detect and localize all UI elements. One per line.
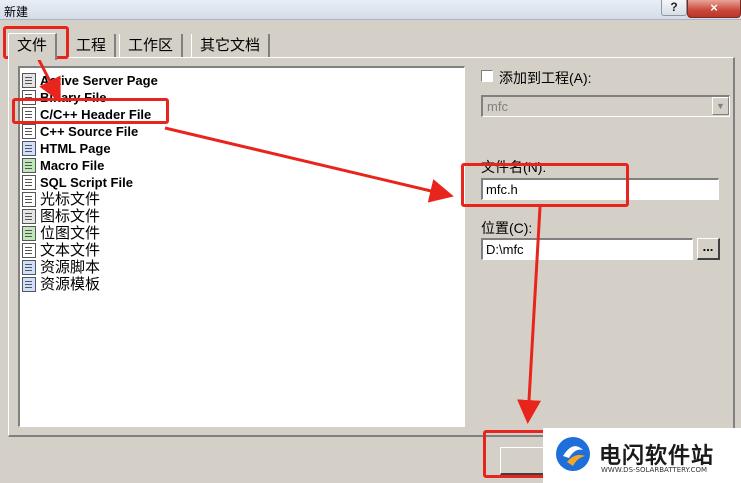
source-file-icon xyxy=(22,124,36,139)
resource-template-icon xyxy=(22,277,36,292)
list-item-label: 位图文件 xyxy=(40,225,101,242)
list-item[interactable]: 光标文件 xyxy=(22,191,100,208)
sql-file-icon xyxy=(22,175,36,190)
add-to-project-label: 添加到工程(A): xyxy=(499,70,592,86)
resource-script-icon xyxy=(22,260,36,275)
list-item-label: Binary File xyxy=(40,90,107,105)
tab-other-documents[interactable]: 其它文档 xyxy=(191,34,271,58)
tab-workspace[interactable]: 工作区 xyxy=(119,34,184,58)
list-item[interactable]: HTML Page xyxy=(22,140,111,157)
site-logo-icon xyxy=(556,437,590,471)
window-title: 新建 xyxy=(4,5,29,19)
header-file-icon xyxy=(22,107,36,122)
list-item[interactable]: C++ Source File xyxy=(22,123,138,140)
list-item[interactable]: 资源脚本 xyxy=(22,259,100,276)
binary-file-icon xyxy=(22,90,36,105)
list-item[interactable]: Binary File xyxy=(22,89,106,106)
list-item[interactable]: Active Server Page xyxy=(22,72,158,89)
list-item-label: SQL Script File xyxy=(40,175,133,190)
cursor-file-icon xyxy=(22,192,36,207)
list-item-label: 文本文件 xyxy=(40,242,101,259)
list-item-label: Macro File xyxy=(40,158,105,173)
list-item[interactable]: C/C++ Header File xyxy=(22,106,151,123)
list-item[interactable]: 文本文件 xyxy=(22,242,100,259)
text-file-icon xyxy=(22,243,36,258)
project-select: mfc ▼ xyxy=(481,95,730,117)
list-item-label: 光标文件 xyxy=(40,191,101,208)
list-item[interactable]: Macro File xyxy=(22,157,104,174)
file-name-label: 文件名(N): xyxy=(481,159,547,175)
location-input[interactable]: D:\mfc xyxy=(481,238,693,260)
list-item[interactable]: 位图文件 xyxy=(22,225,100,242)
browse-button[interactable]: ... xyxy=(697,238,720,260)
add-to-project-checkbox[interactable] xyxy=(481,70,493,82)
list-item-label: C/C++ Header File xyxy=(40,107,152,122)
title-bar: 新建 ? × xyxy=(0,0,741,20)
list-item[interactable]: 图标文件 xyxy=(22,208,100,225)
location-label: 位置(C): xyxy=(481,220,533,236)
tab-project[interactable]: 工程 xyxy=(67,34,117,58)
file-type-list[interactable]: Active Server Page Binary File C/C++ Hea… xyxy=(18,66,465,427)
icon-file-icon xyxy=(22,209,36,224)
macro-file-icon xyxy=(22,158,36,173)
file-name-input[interactable]: mfc.h xyxy=(481,178,719,200)
chevron-down-icon: ▼ xyxy=(712,97,729,115)
list-item-label: 资源脚本 xyxy=(40,259,101,276)
list-item-label: Active Server Page xyxy=(40,73,158,88)
list-item-label: 资源模板 xyxy=(40,276,101,293)
watermark-url: WWW.DS-SOLARBATTERY.COM xyxy=(601,466,708,474)
list-item[interactable]: SQL Script File xyxy=(22,174,133,191)
list-item-label: 图标文件 xyxy=(40,208,101,225)
close-button[interactable]: × xyxy=(687,0,741,18)
tab-file[interactable]: 文件 xyxy=(8,33,58,60)
bitmap-file-icon xyxy=(22,226,36,241)
list-item[interactable]: 资源模板 xyxy=(22,276,100,293)
site-watermark: 电闪软件站 WWW.DS-SOLARBATTERY.COM xyxy=(543,428,741,483)
asp-file-icon xyxy=(22,73,36,88)
list-item-label: HTML Page xyxy=(40,141,111,156)
list-item-label: C++ Source File xyxy=(40,124,139,139)
help-button[interactable]: ? xyxy=(661,0,687,16)
project-select-value: mfc xyxy=(487,99,508,114)
html-file-icon xyxy=(22,141,36,156)
